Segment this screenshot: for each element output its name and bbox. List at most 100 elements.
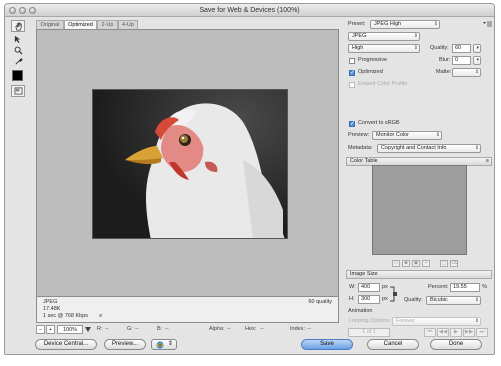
hex-label: Hex: [245,326,257,332]
optimize-menu-icon[interactable] [483,21,492,28]
embed-color-profile-checkbox[interactable] [349,82,355,88]
quality-label: Quality: [430,45,449,51]
height-unit: px [382,296,388,302]
quality-input[interactable]: 60 [452,44,471,53]
embed-color-profile-label: Embed Color Profile [358,81,408,87]
g-value: -- [135,326,139,332]
play-button[interactable]: ▶ [450,328,462,337]
file-format-select[interactable]: JPEG ⇕ [348,32,420,41]
save-for-web-dialog: Save for Web & Devices (100%) Original O… [4,3,495,355]
file-format-value: JPEG [352,33,367,39]
image-format: JPEG [43,299,58,305]
metadata-select[interactable]: Copyright and Contact Info ⇕ [377,144,481,153]
title-bar: Save for Web & Devices (100%) [5,4,494,17]
download-time: 1 sec @ 768 Kbps [43,313,89,319]
select-arrows-icon: ⇕ [474,318,479,324]
image-file-size: 17.48K [43,306,61,312]
cancel-button[interactable]: Cancel [367,339,419,350]
device-central-button[interactable]: Device Central... [35,339,97,350]
eyedropper-tool[interactable] [11,55,25,67]
width-label: W: [349,284,356,290]
preset-select[interactable]: JPEG High ⇕ [370,20,440,29]
progressive-checkbox[interactable] [349,58,355,64]
blur-label: Blur: [439,57,451,63]
toggle-slices-icon [14,87,22,95]
tab-original[interactable]: Original [36,20,64,29]
looping-options-select[interactable]: Forever ⇕ [392,317,481,326]
view-tabs: Original Optimized 2-Up 4-Up [36,20,339,29]
percent-input[interactable]: 19.55 [450,283,480,292]
b-label: B: [157,326,163,332]
color-table-title: Color Table [350,158,378,164]
blur-input[interactable]: 0 [452,56,471,65]
select-arrows-icon: ⇕ [474,69,479,75]
r-value: -- [105,326,109,332]
select-arrow-icon: ▾ [476,57,479,63]
eyedropper-icon [14,57,23,65]
zoom-level-select[interactable]: 100% [57,325,83,334]
zoom-out-button[interactable]: − [36,325,45,334]
tab-2-up[interactable]: 2-Up [97,20,118,29]
convert-srgb-checkbox[interactable]: ✓ [349,121,355,127]
add-color-button[interactable]: + [422,260,430,267]
zoom-in-button[interactable]: + [46,325,55,334]
lock-color-button[interactable]: ▣ [412,260,420,267]
animation-title: Animation [348,308,373,314]
select-arrows-icon: ⇕ [435,132,440,138]
preview-button[interactable]: Preview... [104,339,146,350]
dialog-buttons: Device Central... Preview... ⇕ Save Canc… [5,339,494,354]
delete-color-button[interactable]: ⌫ [450,260,458,267]
metadata-label: Metadata: [348,145,373,151]
eyedropper-color-swatch[interactable] [12,70,23,81]
previous-frame-button[interactable]: ◀◀ [437,328,449,337]
optimized-image[interactable] [92,89,288,239]
shift-to-web-button[interactable]: ◆ [402,260,410,267]
image-quality-readout: 60 quality [308,299,332,305]
tab-4-up[interactable]: 4-Up [118,20,138,29]
tools-panel [11,20,27,100]
toggle-slices-button[interactable] [11,85,25,97]
chicken-photo [125,103,285,238]
constrain-proportions-icon[interactable] [390,285,397,303]
looping-options-value: Forever [396,318,415,324]
color-table[interactable] [372,165,467,255]
progressive-label: Progressive [358,57,388,63]
color-table-menu-icon[interactable]: ≡ [486,158,489,165]
looping-options-label: Looping Options: [349,318,391,324]
resample-quality-label: Quality: [404,297,423,303]
map-color-button[interactable]: ◇ [392,260,400,267]
hand-tool[interactable] [11,20,25,32]
last-frame-button[interactable]: ⏭ [476,328,488,337]
next-frame-button[interactable]: ▶▶ [463,328,475,337]
frame-counter: 1 of 1 [348,328,390,337]
height-input[interactable]: 300 [358,295,380,304]
preset-value: JPEG High [374,21,402,27]
width-input[interactable]: 400 [358,283,380,292]
image-size-header: Image Size [346,270,492,279]
done-button[interactable]: Done [430,339,482,350]
resample-quality-select[interactable]: Bicubic ⇕ [426,296,481,305]
hex-value: -- [260,326,264,332]
matte-select[interactable]: ⇕ [452,68,481,77]
metadata-value: Copyright and Contact Info [381,145,447,151]
window-title: Save for Web & Devices (100%) [199,7,300,14]
select-arrows-icon: ⇕ [433,21,438,27]
download-rate-menu-icon[interactable]: ≡ [99,313,102,319]
zoom-dropdown-arrow-icon[interactable] [85,327,91,332]
tab-optimized[interactable]: Optimized [64,20,97,29]
save-button[interactable]: Save [301,339,353,350]
g-label: G: [127,326,133,332]
browser-preview-select[interactable]: ⇕ [151,339,177,350]
index-label: Index: [290,326,305,332]
first-frame-button[interactable]: ⏮ [424,328,436,337]
hand-icon [14,22,22,30]
quality-level-select[interactable]: High ⇕ [348,44,420,53]
optimized-checkbox[interactable]: ✓ [349,70,355,76]
quality-slider-arrow[interactable]: ▾ [473,44,481,53]
select-arrows-icon: ⇕ [413,33,418,39]
height-label: H: [349,296,355,302]
slice-select-icon [14,35,20,43]
blur-slider-arrow[interactable]: ▾ [473,56,481,65]
preview-color-select[interactable]: Monitor Color ⇕ [372,131,442,140]
new-color-button[interactable]: ▢ [440,260,448,267]
